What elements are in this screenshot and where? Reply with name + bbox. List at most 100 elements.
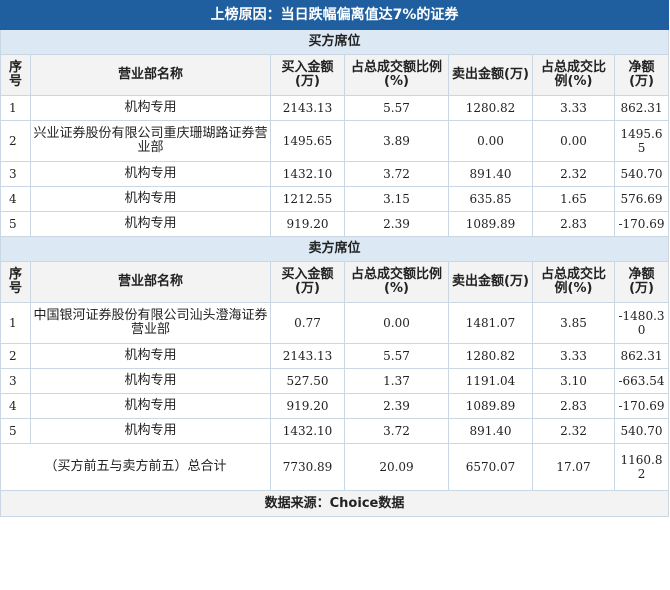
buy-ratio: 5.57 — [344, 95, 449, 121]
sell-ratio: 1.65 — [532, 186, 615, 212]
row-index: 1 — [0, 95, 31, 121]
sell-amount: 891.40 — [448, 161, 533, 187]
sell-amount: 1191.04 — [448, 368, 533, 394]
buy-ratio: 2.39 — [344, 211, 449, 237]
buy-amount: 1495.65 — [270, 120, 345, 162]
column-header-idx: 序号 — [0, 261, 31, 303]
branch-name: 机构专用 — [30, 161, 271, 187]
buy-ratio: 3.89 — [344, 120, 449, 162]
sell-amount: 0.00 — [448, 120, 533, 162]
buy-ratio: 5.57 — [344, 343, 449, 369]
row-index: 5 — [0, 418, 31, 444]
branch-name: 机构专用 — [30, 211, 271, 237]
net-amount: 862.31 — [613, 343, 670, 369]
sell-ratio: 3.33 — [532, 343, 615, 369]
page-title: 上榜原因：当日跌幅偏离值达7%的证券 — [0, 0, 670, 30]
row-index: 2 — [0, 343, 31, 369]
branch-name: 机构专用 — [30, 368, 271, 394]
table-row: 1 中国银河证券股份有限公司汕头澄海证券营业部 0.77 0.00 1481.07 3.8… — [0, 302, 670, 344]
column-header-sell-pct: 占总成交比例(%) — [532, 261, 615, 303]
total-sell-amount: 6570.07 — [448, 443, 533, 491]
net-amount: -663.54 — [613, 368, 670, 394]
buy-amount: 919.20 — [270, 393, 345, 419]
net-amount: 862.31 — [613, 95, 670, 121]
row-index: 3 — [0, 368, 31, 394]
column-header-sell: 卖出金额(万) — [448, 54, 533, 96]
column-header-name: 营业部名称 — [30, 261, 271, 303]
column-header-sell: 卖出金额(万) — [448, 261, 533, 303]
buy-amount: 527.50 — [270, 368, 345, 394]
buy-amount: 1432.10 — [270, 418, 345, 444]
sell-amount: 1089.89 — [448, 393, 533, 419]
net-amount: 576.69 — [613, 186, 670, 212]
row-index: 1 — [0, 302, 31, 344]
column-header-buy: 买入金额(万) — [270, 261, 345, 303]
section-title-sell: 卖方席位 — [0, 236, 670, 262]
table-row: 5 机构专用 1432.10 3.72 891.40 2.32 540.70 — [0, 418, 670, 444]
net-amount: -170.69 — [613, 211, 670, 237]
branch-name: 机构专用 — [30, 95, 271, 121]
net-amount: -170.69 — [613, 393, 670, 419]
table-row: 1 机构专用 2143.13 5.57 1280.82 3.33 862.31 — [0, 95, 670, 121]
sell-amount: 1089.89 — [448, 211, 533, 237]
sell-ratio: 2.32 — [532, 161, 615, 187]
section-title-buy: 买方席位 — [0, 29, 670, 55]
data-source: 数据来源：Choice数据 — [0, 490, 670, 517]
total-row: （买方前五与卖方前五）总合计 7730.89 20.09 6570.07 17.07 11… — [0, 443, 670, 491]
sell-ratio: 3.10 — [532, 368, 615, 394]
buy-ratio: 3.72 — [344, 418, 449, 444]
table-row: 5 机构专用 919.20 2.39 1089.89 2.83 -170.69 — [0, 211, 670, 237]
net-amount: -1480.30 — [613, 302, 670, 344]
net-amount: 540.70 — [613, 161, 670, 187]
row-index: 4 — [0, 186, 31, 212]
column-header-net: 净额(万) — [613, 261, 670, 303]
branch-name: 机构专用 — [30, 393, 271, 419]
buy-amount: 1212.55 — [270, 186, 345, 212]
column-header-buy-pct: 占总成交额比例(%) — [344, 54, 449, 96]
buy-header-row: 序号 营业部名称 买入金额(万) 占总成交额比例(%) 卖出金额(万) 占总成交比例(%)… — [0, 54, 670, 96]
table-row: 3 机构专用 527.50 1.37 1191.04 3.10 -663.54 — [0, 368, 670, 394]
column-header-buy: 买入金额(万) — [270, 54, 345, 96]
buy-ratio: 2.39 — [344, 393, 449, 419]
branch-name: 兴业证券股份有限公司重庆珊瑚路证券营业部 — [30, 120, 271, 162]
sell-header-row: 序号 营业部名称 买入金额(万) 占总成交额比例(%) 卖出金额(万) 占总成交比例(%)… — [0, 261, 670, 303]
sell-amount: 1280.82 — [448, 343, 533, 369]
table-row: 3 机构专用 1432.10 3.72 891.40 2.32 540.70 — [0, 161, 670, 187]
total-net-amount: 1160.82 — [613, 443, 670, 491]
row-index: 4 — [0, 393, 31, 419]
sell-amount: 1280.82 — [448, 95, 533, 121]
total-label: （买方前五与卖方前五）总合计 — [0, 443, 271, 491]
sell-ratio: 3.33 — [532, 95, 615, 121]
branch-name: 机构专用 — [30, 343, 271, 369]
longhubang-table: 上榜原因：当日跌幅偏离值达7%的证券 买方席位 序号 营业部名称 买入金额(万) 占总成… — [0, 0, 670, 517]
sell-ratio: 2.32 — [532, 418, 615, 444]
branch-name: 机构专用 — [30, 418, 271, 444]
buy-amount: 2143.13 — [270, 343, 345, 369]
buy-amount: 1432.10 — [270, 161, 345, 187]
table-row: 4 机构专用 919.20 2.39 1089.89 2.83 -170.69 — [0, 393, 670, 419]
net-amount: 540.70 — [613, 418, 670, 444]
sell-amount: 635.85 — [448, 186, 533, 212]
sell-ratio: 0.00 — [532, 120, 615, 162]
sell-ratio: 2.83 — [532, 393, 615, 419]
row-index: 3 — [0, 161, 31, 187]
buy-ratio: 3.15 — [344, 186, 449, 212]
column-header-net: 净额(万) — [613, 54, 670, 96]
row-index: 2 — [0, 120, 31, 162]
table-row: 2 兴业证券股份有限公司重庆珊瑚路证券营业部 1495.65 3.89 0.00 0.00… — [0, 120, 670, 162]
table-row: 2 机构专用 2143.13 5.57 1280.82 3.33 862.31 — [0, 343, 670, 369]
total-buy-ratio: 20.09 — [344, 443, 449, 491]
sell-amount: 891.40 — [448, 418, 533, 444]
buy-ratio: 3.72 — [344, 161, 449, 187]
branch-name: 中国银河证券股份有限公司汕头澄海证券营业部 — [30, 302, 271, 344]
row-index: 5 — [0, 211, 31, 237]
branch-name: 机构专用 — [30, 186, 271, 212]
table-row: 4 机构专用 1212.55 3.15 635.85 1.65 576.69 — [0, 186, 670, 212]
column-header-buy-pct: 占总成交额比例(%) — [344, 261, 449, 303]
total-buy-amount: 7730.89 — [270, 443, 345, 491]
sell-ratio: 2.83 — [532, 211, 615, 237]
sell-amount: 1481.07 — [448, 302, 533, 344]
buy-amount: 2143.13 — [270, 95, 345, 121]
column-header-idx: 序号 — [0, 54, 31, 96]
total-sell-ratio: 17.07 — [532, 443, 615, 491]
